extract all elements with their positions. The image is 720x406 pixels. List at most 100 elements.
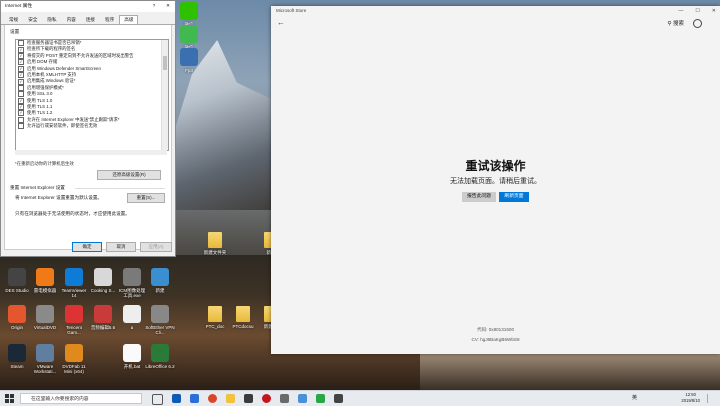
checkbox-unchecked[interactable] (18, 91, 24, 98)
ok-button[interactable]: 确定 (72, 242, 102, 252)
file-explorer-icon[interactable] (226, 394, 235, 403)
checkbox-checked[interactable]: ✓ (18, 110, 24, 117)
app-icon (151, 344, 169, 362)
chrome-icon[interactable] (208, 394, 217, 403)
restart-note: *在重新启动你的计算机后生效 (15, 161, 74, 166)
wechat-icon (180, 2, 198, 20)
app-icon[interactable] (262, 394, 271, 403)
app-icon (36, 268, 54, 286)
checkbox-unchecked[interactable] (18, 40, 24, 47)
windows-start-icon[interactable] (5, 394, 14, 403)
tab-privacy[interactable]: 隐私 (42, 15, 61, 24)
checkbox-checked[interactable]: ✓ (18, 46, 24, 53)
report-issue-button[interactable]: 报告此问题 (462, 192, 496, 202)
desktop-folder[interactable]: PTC_doc (200, 306, 230, 329)
tab-advanced[interactable]: 高级 (119, 15, 139, 24)
app-icon[interactable] (316, 394, 325, 403)
scrollbar-thumb[interactable] (163, 56, 167, 70)
tab-security[interactable]: 安全 (23, 15, 42, 24)
reset-note: 只有在浏览器处于无法使用的状态时，才应使用此设置。 (15, 211, 130, 216)
desktop-icon[interactable]: 开机.bat (117, 344, 147, 369)
store-taskbar-icon[interactable] (244, 394, 253, 403)
desktop-icon[interactable]: DVDFab 11 Mini (x64) (59, 344, 89, 374)
help-button[interactable]: ? (149, 1, 159, 12)
desktop-icon[interactable]: 雷电模拟器 (30, 268, 60, 293)
checkbox-checked[interactable]: ✓ (18, 65, 24, 72)
app-icon[interactable] (298, 394, 307, 403)
desktop-icon-label: Origin (10, 325, 23, 330)
maximize-button[interactable]: ☐ (695, 6, 699, 16)
app-icon[interactable] (280, 394, 289, 403)
desktop-icon-label: TeamViewer 14 (61, 288, 87, 298)
edge-icon[interactable] (172, 394, 181, 403)
reset-button[interactable]: 重置(S)... (127, 193, 165, 203)
desktop-icon[interactable]: LibreOffice 6.2 (145, 344, 175, 369)
refresh-page-button[interactable]: 刷新页面 (499, 192, 529, 202)
desktop-icon[interactable]: VMware Workstati... (30, 344, 60, 374)
apply-button[interactable]: 应用(A) (140, 242, 172, 252)
desktop-icon[interactable]: Steam (2, 344, 32, 369)
minimize-button[interactable]: — (678, 6, 683, 16)
desktop-icon[interactable]: 音频编辑5.6 (88, 305, 118, 330)
ie-icon[interactable] (190, 394, 199, 403)
desktop-icon[interactable]: 新建 (145, 268, 175, 293)
account-avatar[interactable] (693, 19, 702, 28)
desktop-icon-fp3[interactable]: Fp3 (174, 48, 204, 73)
tab-content[interactable]: 内容 (62, 15, 81, 24)
desktop-folder[interactable]: PTCdocsu (228, 306, 258, 329)
checkbox-unchecked[interactable] (18, 123, 24, 130)
setting-row[interactable]: 允许运行或安装软件，即使签名无效 (16, 123, 168, 130)
checkbox-unchecked[interactable] (18, 84, 24, 91)
desktop-icon[interactable]: ICM图像处理工具.exe (117, 268, 147, 298)
desktop-icon[interactable]: DES Studio (2, 268, 32, 293)
desktop-icon-wechat-2[interactable]: 微信 (174, 25, 204, 50)
checkbox-checked[interactable]: ✓ (18, 72, 24, 79)
desktop-icon[interactable]: Origin (2, 305, 32, 330)
restore-advanced-button[interactable]: 还原高级设置(R) (97, 170, 161, 180)
checkbox-checked[interactable]: ✓ (18, 59, 24, 66)
tab-general[interactable]: 常规 (4, 15, 23, 24)
checkbox-checked[interactable]: ✓ (18, 52, 24, 59)
desktop-icon-label: 音频编辑5.6 (90, 325, 116, 330)
close-button[interactable]: ✕ (712, 6, 716, 16)
checkbox-checked[interactable]: ✓ (18, 97, 24, 104)
task-view-icon[interactable] (152, 394, 163, 405)
correlation-vector: CV: hgJ6BaKgB6WbS8 (471, 337, 520, 342)
checkbox-unchecked[interactable] (18, 116, 24, 123)
desktop-icon-label: DVDFab 11 Mini (x64) (62, 364, 86, 374)
app-icon (151, 305, 169, 323)
settings-hscrollbar[interactable] (15, 150, 167, 155)
folder-icon (208, 232, 222, 248)
checkbox-checked[interactable]: ✓ (18, 78, 24, 85)
search-button[interactable]: ⚲ 搜索 (667, 19, 684, 27)
desktop-icon[interactable]: Cooking S... (88, 268, 118, 293)
back-arrow-icon[interactable]: ← (277, 18, 285, 27)
checkbox-checked[interactable]: ✓ (18, 104, 24, 111)
desktop-icon[interactable]: a (117, 305, 147, 330)
desktop-icon-label: VMware Workstati... (33, 364, 57, 374)
tab-connections[interactable]: 连接 (81, 15, 100, 24)
tab-bar: 常规 安全 隐私 内容 连接 程序 高级 (1, 12, 175, 25)
app-icon[interactable] (334, 394, 343, 403)
internet-options-dialog: Internet 属性 ? ✕ 常规 安全 隐私 内容 连接 程序 高级 设置 … (0, 0, 176, 257)
cancel-button[interactable]: 取消 (106, 242, 136, 252)
desktop-icon[interactable]: Tencent Gam... (59, 305, 89, 335)
app-icon (151, 268, 169, 286)
tab-programs[interactable]: 程序 (100, 15, 119, 24)
desktop-icon[interactable]: TeamViewer 14 (59, 268, 89, 298)
desktop-icon-wechat[interactable]: 微信 (174, 2, 204, 27)
app-icon (65, 268, 83, 286)
desktop-icon[interactable]: SoftEther VPN Cli... (145, 305, 175, 335)
app-icon (65, 344, 83, 362)
app-icon (8, 268, 26, 286)
desktop-icon[interactable]: VirtualDVD (30, 305, 60, 330)
ime-language-indicator[interactable]: 英 (632, 394, 637, 401)
app-icon (94, 268, 112, 286)
settings-scrollbar[interactable] (161, 40, 168, 150)
show-desktop-button[interactable] (707, 394, 716, 403)
reset-description: 将 Internet Explorer 设置重置为默认设置。 (15, 195, 103, 200)
taskbar-search-box[interactable]: 在这里输入你要搜索的内容 (20, 393, 142, 404)
desktop-folder[interactable]: 新建文件夹 (200, 232, 230, 255)
close-button[interactable]: ✕ (161, 1, 175, 12)
system-clock[interactable]: 12:50 2019/8/10 (681, 392, 700, 404)
